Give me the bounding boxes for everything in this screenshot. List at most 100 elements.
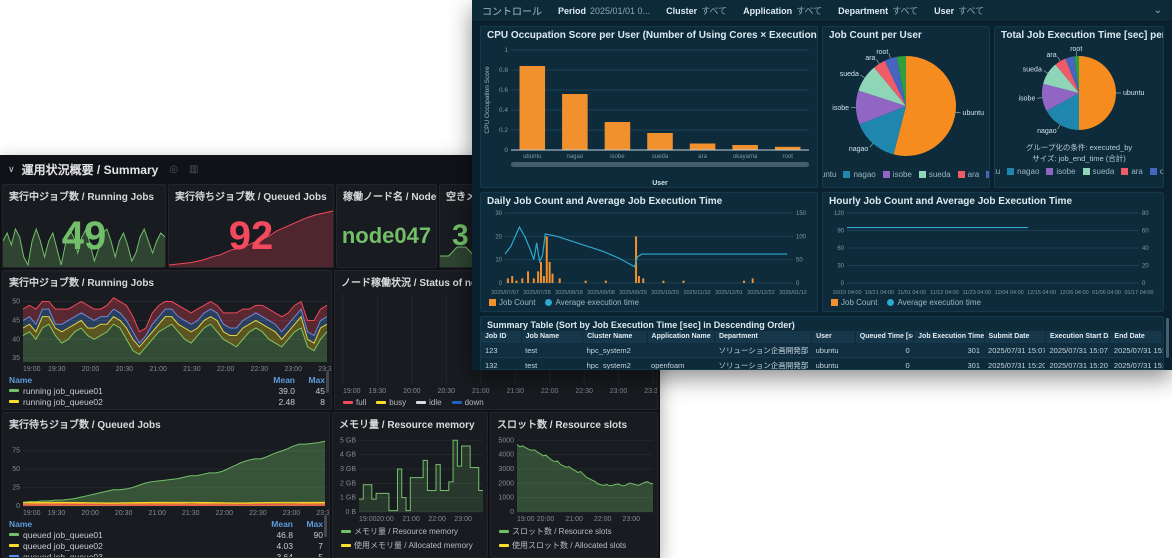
svg-text:ubuntu: ubuntu — [963, 110, 985, 117]
legend-col-max[interactable]: Max — [295, 375, 325, 385]
table-header-cell[interactable]: Job ID — [481, 331, 521, 343]
chevron-down-icon[interactable]: ∨ — [8, 164, 15, 175]
svg-text:isobe: isobe — [610, 154, 625, 160]
table-cell: 0 — [855, 358, 913, 371]
panel-title: スロット数 / Resource slots — [491, 413, 657, 432]
svg-text:20:00: 20:00 — [81, 510, 99, 517]
legend-swatch — [887, 299, 894, 306]
legend-item[interactable]: root — [986, 170, 989, 179]
table-cell: 2025/07/31 15:12 — [1110, 343, 1163, 358]
table-scrollbar[interactable] — [1166, 318, 1169, 358]
table-cell — [647, 343, 714, 358]
legend-header-row: NameMeanMax — [9, 518, 323, 529]
legend-item[interactable]: full — [343, 398, 366, 407]
table-row[interactable]: 123testhpc_system2ソリューション企画開発部ubuntu0301… — [481, 343, 1163, 358]
legend-item[interactable]: 使用メモリ量 / Allocated memory — [341, 540, 473, 551]
legend-swatch — [1121, 168, 1128, 175]
legend-col-name[interactable]: Name — [9, 375, 251, 385]
panel-title: CPU Occupation Score per User (Number of… — [481, 27, 817, 42]
table-header-cell[interactable]: Job Name — [521, 331, 582, 343]
legend-series-row[interactable]: running job_queue032.044 — [9, 407, 325, 409]
table-header-cell[interactable]: Department — [714, 331, 811, 343]
legend-item[interactable]: スロット数 / Resource slots — [499, 526, 612, 537]
svg-text:19:00: 19:00 — [359, 516, 377, 523]
table-header-cell[interactable]: Job Execution Time [sec] — [914, 331, 984, 343]
table-cell: 2025/07/31 15:25 — [1110, 358, 1163, 371]
x-range-slider[interactable] — [511, 162, 809, 167]
chevron-down-icon[interactable]: ⌄ — [1154, 5, 1162, 16]
legend-item[interactable]: 使用スロット数 / Allocated slots — [499, 540, 626, 551]
legend-label: ubuntu — [995, 167, 1000, 176]
legend-item[interactable]: ubuntu — [995, 167, 1000, 176]
resource-slots-panel: スロット数 / Resource slots 01000200030004000… — [490, 412, 658, 558]
svg-text:20:00: 20:00 — [537, 516, 555, 523]
legend-label: スロット数 / Resource slots — [512, 526, 612, 537]
legend-item[interactable]: Average execution time — [545, 298, 638, 307]
legend-col-mean[interactable]: Mean — [251, 375, 295, 385]
table-header-cell[interactable]: Queued Time [sec] — [855, 331, 913, 343]
pie-note-line1: グループ化の条件: executed_by — [995, 142, 1163, 153]
table-header-cell[interactable]: Execution Start Date — [1045, 331, 1109, 343]
svg-text:75: 75 — [12, 448, 20, 455]
legend-item[interactable]: ara — [958, 170, 980, 179]
legend-col-name[interactable]: Name — [9, 519, 249, 529]
svg-text:10: 10 — [495, 258, 502, 264]
legend-item[interactable]: sueda — [1083, 167, 1115, 176]
controls-menu[interactable]: コントロール — [482, 3, 542, 18]
table-header-cell[interactable]: End Date — [1110, 331, 1163, 343]
table-header-cell[interactable]: Cluster Name — [583, 331, 647, 343]
legend-item[interactable]: メモリ量 / Resource memory — [341, 526, 458, 537]
legend-series-row[interactable]: running job_queue022.488 — [9, 396, 325, 407]
legend-item[interactable]: isobe — [1046, 167, 1075, 176]
series-max: 7 — [293, 541, 323, 551]
filter-application[interactable]: Application すべて — [743, 4, 822, 17]
legend-item[interactable]: nagao — [843, 170, 875, 179]
table-row[interactable]: 132testhpc_system2openfoamソリューション企画開発部ub… — [481, 358, 1163, 371]
panel-grid-icon[interactable]: ▥ — [189, 164, 198, 175]
legend-item[interactable]: ubuntu — [823, 170, 836, 179]
legend-item[interactable]: Job Count — [489, 298, 535, 307]
job-count-pie-chart: ubuntunagaoisobesuedaararoot — [823, 42, 989, 168]
svg-text:80: 80 — [1142, 211, 1149, 217]
svg-text:0: 0 — [510, 509, 514, 516]
panel-title: メモリ量 / Resource memory — [333, 413, 487, 432]
legend-item[interactable]: isobe — [883, 170, 912, 179]
legend-col-max[interactable]: Max — [293, 519, 323, 529]
table-header-cell[interactable]: User — [812, 331, 856, 343]
eye-icon[interactable]: ◎ — [169, 164, 178, 175]
filter-department[interactable]: Department すべて — [838, 4, 918, 17]
legend-series-row[interactable]: queued job_queue024.037 — [9, 540, 323, 551]
legend-item[interactable]: ara — [1121, 167, 1143, 176]
table-header-cell[interactable]: Application Name — [647, 331, 714, 343]
resource-slots-chart: 01000200030004000500019:0020:0021:0022:0… — [491, 432, 657, 524]
queued-jobs-legend: NameMeanMaxqueued job_queue0146.890queue… — [3, 518, 329, 557]
panel-title: 実行中ジョブ数 / Running Jobs — [3, 185, 165, 204]
svg-text:root: root — [1070, 46, 1082, 53]
panel-title: Total Job Execution Time [sec] per User — [995, 27, 1163, 42]
filter-label: User — [934, 6, 954, 16]
legend-col-mean[interactable]: Mean — [249, 519, 293, 529]
legend-item[interactable]: nagao — [1007, 167, 1039, 176]
legend-series-row[interactable]: queued job_queue0146.890 — [9, 529, 323, 540]
filter-user[interactable]: User すべて — [934, 4, 984, 17]
legend-item[interactable]: Average execution time — [887, 298, 980, 307]
legend-item[interactable]: sueda — [919, 170, 951, 179]
table-header-cell[interactable]: Submit Date — [984, 331, 1045, 343]
legend-item[interactable]: idle — [416, 398, 441, 407]
filter-cluster[interactable]: Cluster すべて — [666, 4, 727, 17]
legend-series-row[interactable]: queued job_queue033.645 — [9, 551, 323, 557]
legend-item[interactable]: down — [452, 398, 484, 407]
legend-header-row: NameMeanMax — [9, 374, 325, 385]
legend-series-row[interactable]: running job_queue0139.045 — [9, 385, 325, 396]
svg-text:3 GB: 3 GB — [340, 466, 356, 473]
legend-scrollbar[interactable] — [326, 371, 329, 393]
hourly-chart-legend: Job Count Average execution time — [823, 296, 1163, 309]
legend-item[interactable]: okayama — [1150, 167, 1163, 176]
filter-period[interactable]: Period 2025/01/01 0... — [558, 6, 650, 16]
legend-item[interactable]: Job Count — [831, 298, 877, 307]
filter-label: Period — [558, 6, 586, 16]
legend-item[interactable]: busy — [376, 398, 406, 407]
legend-label: 使用スロット数 / Allocated slots — [512, 540, 626, 551]
legend-scrollbar[interactable] — [324, 515, 327, 537]
svg-text:0: 0 — [504, 147, 508, 154]
